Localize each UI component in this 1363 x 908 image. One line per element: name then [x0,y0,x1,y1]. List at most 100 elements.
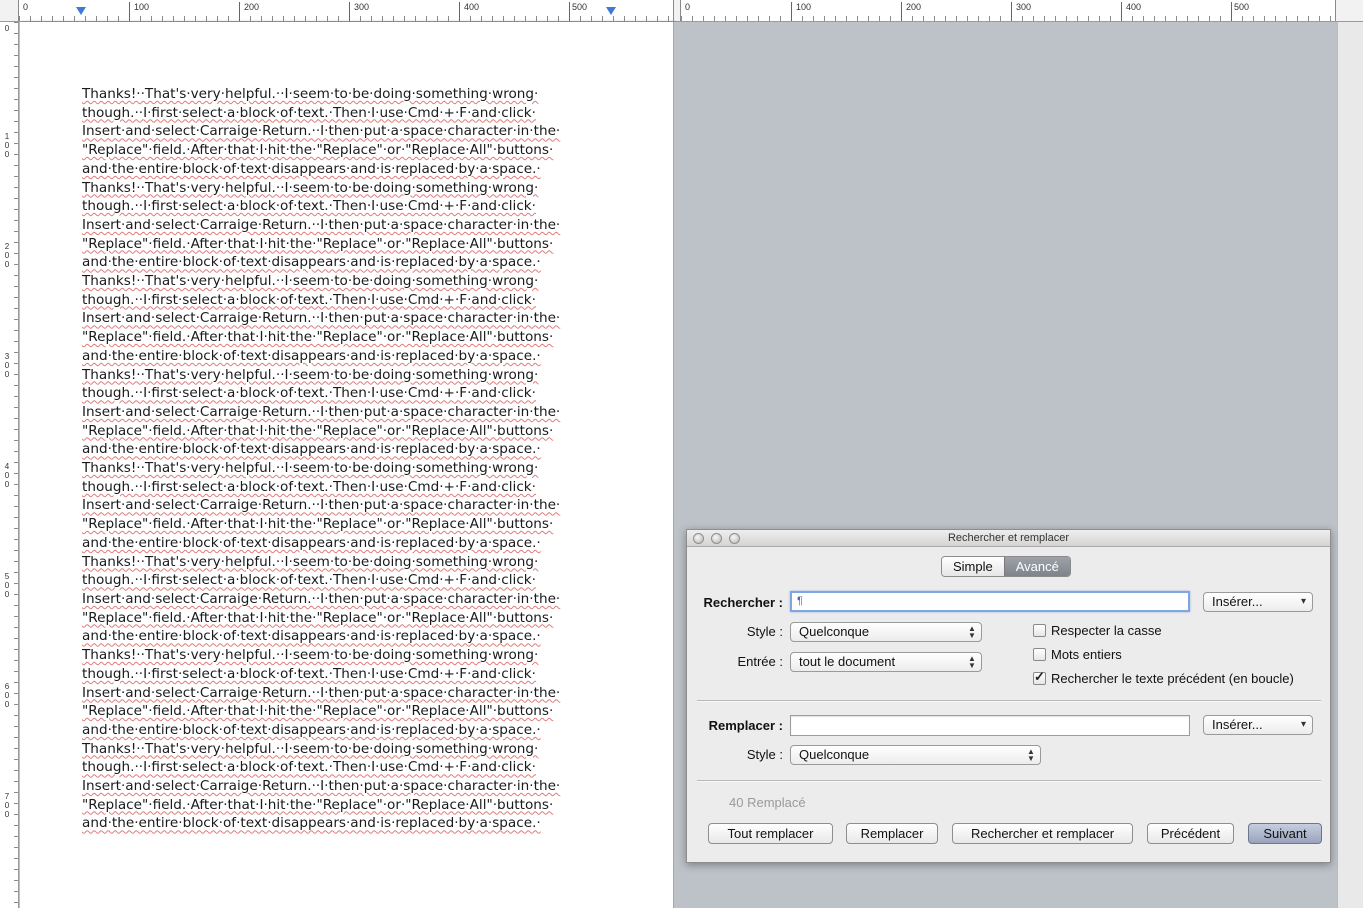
document-body[interactable]: Thanks!··That's·very·helpful.··I·seem·to… [82,85,612,833]
ruler-label: 300 [354,2,370,12]
document-line: and·the·entire·block·of·text·disappears·… [82,347,541,364]
document-line: though.··I·first·select·a·block·of·text.… [82,291,537,308]
document-line: Thanks!··That's·very·helpful.··I·seem·to… [82,366,539,383]
ruler-label: 100 [796,2,812,12]
ruler-left-segment: 0 100 200 300 400 500 [18,0,674,21]
document-line: Insert·and·select·Carraige·Return.··I·th… [82,684,561,701]
document-line: "Replace"·field.·After·that·I·hit·the·"R… [82,703,554,720]
divider [697,780,1321,782]
dialog-title: Rechercher et remplacer [947,532,1070,544]
document-line: "Replace"·field.·After·that·I·hit·the·"R… [82,329,554,346]
document-line: Insert·and·select·Carraige·Return.··I·th… [82,778,561,795]
find-style-select[interactable]: Quelconque ▲ ▼ [790,622,982,642]
whole-words-label: Mots entiers [1051,647,1122,662]
dialog-titlebar[interactable]: Rechercher et remplacer [687,530,1330,547]
previous-button[interactable]: Précédent [1147,823,1234,844]
replace-button[interactable]: Remplacer [846,823,938,844]
document-line: "Replace"·field.·After·that·I·hit·the·"R… [82,796,554,813]
find-insert-popup[interactable]: Insérer... ▾ [1203,592,1313,612]
find-style-label: Style : [746,624,783,639]
document-line: "Replace"·field.·After·that·I·hit·the·"R… [82,422,554,439]
ruler-label: 400 [1126,2,1142,12]
document-line: though.··I·first·select·a·block·of·text.… [82,198,537,215]
document-line: Thanks!··That's·very·helpful.··I·seem·to… [82,86,539,102]
scope-label: Entrée : [737,654,783,669]
document-line: and·the·entire·block·of·text·disappears·… [82,628,541,645]
replace-style-value: Quelconque [799,747,870,762]
checkbox-icon [1033,624,1046,637]
find-label: Rechercher : [703,595,783,610]
replace-input[interactable] [790,715,1190,736]
document-line: though.··I·first·select·a·block·of·text.… [82,385,537,402]
find-and-replace-button[interactable]: Rechercher et remplacer [952,823,1133,844]
replace-style-label: Style : [746,747,783,762]
ruler-label: 100 [134,2,150,12]
whole-words-checkbox[interactable]: Mots entiers [1033,647,1122,662]
side-ruler-label: 6 0 0 [4,682,10,709]
document-line: Thanks!··That's·very·helpful.··I·seem·to… [82,553,539,570]
top-ruler[interactable]: 0 100 200 300 400 500 0 100 200 300 400 … [0,0,1363,22]
document-line: and·the·entire·block·of·text·disappears·… [82,815,541,832]
divider [697,700,1321,702]
document-line: Thanks!··That's·very·helpful.··I·seem·to… [82,740,539,757]
ruler-label: 0 [685,2,691,12]
left-indent-marker[interactable] [76,7,86,15]
replace-label: Remplacer : [708,718,783,733]
side-ruler[interactable]: 0 1 0 0 2 0 0 3 0 0 4 0 0 5 0 0 6 0 0 7 … [0,22,19,908]
find-replace-dialog: Rechercher et remplacer Simple Avancé Re… [686,529,1331,863]
replace-style-select[interactable]: Quelconque ▲ ▼ [790,745,1041,765]
checkbox-icon [1033,648,1046,661]
document-line: Insert·and·select·Carraige·Return.··I·th… [82,310,561,327]
replace-status: 40 Remplacé [729,795,806,810]
document-line: Thanks!··That's·very·helpful.··I·seem·to… [82,460,539,477]
ruler-label: 200 [244,2,260,12]
document-line: Insert·and·select·Carraige·Return.··I·th… [82,123,561,140]
document-line: and·the·entire·block·of·text·disappears·… [82,721,541,738]
document-page[interactable]: Thanks!··That's·very·helpful.··I·seem·to… [20,22,674,908]
vertical-scrollbar[interactable] [1337,22,1363,908]
match-case-label: Respecter la casse [1051,623,1162,638]
updown-arrows-icon: ▲ ▼ [1027,747,1035,763]
side-ruler-label: 7 0 0 [4,792,10,819]
scope-select[interactable]: tout le document ▲ ▼ [790,652,982,672]
document-line: "Replace"·field.·After·that·I·hit·the·"R… [82,235,554,252]
ruler-label: 500 [572,2,588,12]
document-line: Insert·and·select·Carraige·Return.··I·th… [82,590,561,607]
document-line: though.··I·first·select·a·block·of·text.… [82,759,537,776]
tab-advanced[interactable]: Avancé [1003,557,1070,576]
document-line: "Replace"·field.·After·that·I·hit·the·"R… [82,609,554,626]
find-input[interactable]: ¶ [790,591,1190,612]
document-line: and·the·entire·block·of·text·disappears·… [82,160,541,177]
document-line: though.··I·first·select·a·block·of·text.… [82,478,537,495]
right-indent-marker[interactable] [606,7,616,15]
mode-tabs: Simple Avancé [941,556,1071,577]
chevron-down-icon: ▾ [1300,719,1306,730]
document-line: though.··I·first·select·a·block·of·text.… [82,665,537,682]
wrap-around-label: Rechercher le texte précédent (en boucle… [1051,671,1294,686]
scope-value: tout le document [799,654,896,669]
side-ruler-label: 1 0 0 [4,132,10,159]
ruler-label: 300 [1016,2,1032,12]
updown-arrows-icon: ▲ ▼ [968,624,976,640]
find-style-value: Quelconque [799,624,870,639]
document-line: Thanks!··That's·very·helpful.··I·seem·to… [82,273,539,290]
replace-all-button[interactable]: Tout remplacer [708,823,833,844]
match-case-checkbox[interactable]: Respecter la casse [1033,623,1162,638]
document-line: Insert·and·select·Carraige·Return.··I·th… [82,497,561,514]
document-line: Thanks!··That's·very·helpful.··I·seem·to… [82,179,539,196]
side-ruler-label: 2 0 0 [4,242,10,269]
checkbox-checked-icon [1033,669,1046,685]
tab-simple[interactable]: Simple [942,557,1004,576]
document-line: Thanks!··That's·very·helpful.··I·seem·to… [82,647,539,664]
replace-insert-popup[interactable]: Insérer... ▾ [1203,715,1313,735]
side-ruler-label: 5 0 0 [4,572,10,599]
replace-insert-label: Insérer... [1212,717,1263,732]
document-line: and·the·entire·block·of·text·disappears·… [82,534,541,551]
document-line: though.··I·first·select·a·block·of·text.… [82,572,537,589]
wrap-around-checkbox[interactable]: Rechercher le texte précédent (en boucle… [1033,669,1294,686]
document-line: "Replace"·field.·After·that·I·hit·the·"R… [82,142,554,159]
chevron-down-icon: ▾ [1300,596,1306,607]
document-line: and·the·entire·block·of·text·disappears·… [82,254,541,271]
next-button[interactable]: Suivant [1248,823,1322,844]
side-ruler-label: 0 [4,24,10,33]
